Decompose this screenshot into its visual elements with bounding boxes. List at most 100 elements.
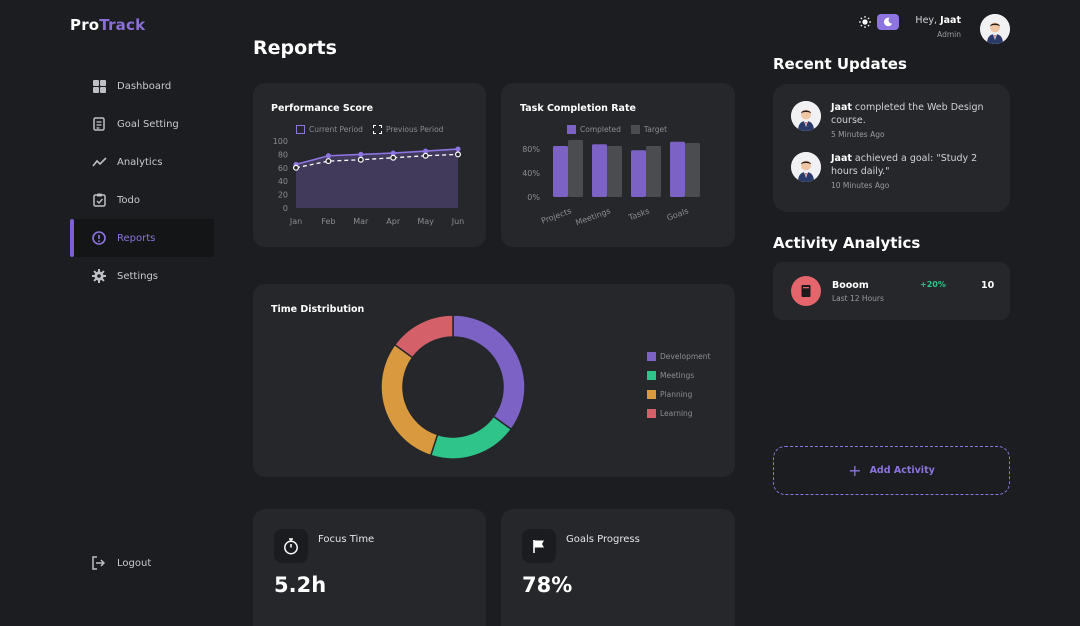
grid-icon — [91, 78, 107, 94]
legend-swatch — [647, 409, 656, 418]
previous-period-point[interactable] — [390, 154, 397, 161]
activity-period: Last 12 Hours — [832, 294, 884, 303]
update-time: 10 Minutes Ago — [831, 181, 890, 190]
user-avatar-icon — [980, 14, 1010, 44]
current-period-point[interactable] — [455, 146, 461, 152]
bar-completed[interactable] — [592, 144, 607, 197]
legend-label: Learning — [660, 409, 693, 418]
focus-time-label: Focus Time — [318, 534, 375, 545]
update-item[interactable]: Jaat completed the Web Design course. 5 … — [791, 101, 991, 139]
donut-slice-development[interactable] — [452, 314, 526, 431]
bar-target[interactable] — [568, 140, 583, 197]
update-item[interactable]: Jaat achieved a goal: "Study 2 hours dai… — [791, 152, 991, 190]
previous-period-point[interactable] — [357, 156, 364, 163]
sidebar-nav: Dashboard Goal Setting Analytics Todo Re… — [70, 67, 214, 295]
sidebar-item-goal-setting[interactable]: Goal Setting — [70, 105, 214, 143]
sidebar-item-label: Reports — [117, 232, 156, 244]
activity-change-badge: +20% — [920, 280, 946, 289]
x-tick-label: Goals — [666, 206, 690, 222]
time-distribution-card: Time Distribution Development Meetings Pla… — [253, 284, 735, 477]
sidebar-item-label: Dashboard — [117, 80, 172, 92]
y-tick-label: 0% — [527, 193, 540, 202]
y-tick-label: 60 — [278, 164, 288, 173]
bar-target[interactable] — [685, 143, 700, 197]
moon-icon[interactable] — [877, 14, 899, 30]
sidebar-item-reports[interactable]: Reports — [70, 219, 214, 257]
bar-completed[interactable] — [631, 150, 646, 197]
legend-item-meetings: Meetings — [647, 371, 711, 380]
legend-swatch — [647, 390, 656, 399]
recent-updates-title: Recent Updates — [773, 55, 907, 73]
theme-toggle[interactable] — [856, 14, 899, 30]
previous-period-point[interactable] — [455, 151, 462, 158]
update-user-name: Jaat — [831, 102, 852, 113]
logout-label: Logout — [117, 557, 152, 569]
previous-period-point[interactable] — [422, 152, 429, 159]
update-message: Jaat completed the Web Design course. — [831, 101, 991, 127]
app-logo[interactable]: ProTrack — [70, 16, 145, 34]
current-period-point[interactable] — [325, 153, 331, 159]
x-tick-label: May — [417, 217, 434, 226]
x-tick-label: Meetings — [574, 206, 611, 227]
performance-line-chart: 0 20 40 60 80 100 Jan Feb Mar Apr May Jun — [273, 137, 465, 226]
avatar[interactable] — [980, 14, 1010, 44]
y-tick-label: 20 — [278, 191, 288, 200]
sun-icon[interactable] — [856, 14, 874, 30]
add-activity-label: Add Activity — [869, 465, 935, 476]
trend-line-icon — [91, 154, 107, 170]
logout-button[interactable]: Logout — [91, 555, 151, 571]
sidebar-item-todo[interactable]: Todo — [70, 181, 214, 219]
task-completion-card: Task Completion Rate Completed Target 0%… — [501, 83, 735, 247]
donut-slice-meetings[interactable] — [429, 415, 513, 460]
bar-target[interactable] — [607, 146, 622, 197]
legend-swatch — [647, 352, 656, 361]
sidebar-item-label: Todo — [117, 194, 140, 206]
donut-slice-learning[interactable] — [393, 314, 454, 359]
x-tick-label: Projects — [540, 206, 573, 225]
x-tick-label: Mar — [353, 217, 369, 226]
activity-analytics-title: Activity Analytics — [773, 234, 921, 252]
avatar — [791, 152, 821, 182]
focus-time-value: 5.2h — [274, 573, 327, 597]
bar-completed[interactable] — [670, 141, 685, 197]
x-tick-label: Feb — [321, 217, 335, 226]
performance-score-card: Performance Score Current Period Previou… — [253, 83, 486, 247]
user-role: Admin — [937, 30, 961, 39]
legend-item-development: Development — [647, 352, 711, 361]
y-tick-label: 0 — [283, 204, 288, 213]
activity-item-card[interactable]: Booom Last 12 Hours +20% 10 — [773, 262, 1010, 320]
bar-completed[interactable] — [553, 146, 568, 197]
flag-icon — [522, 529, 556, 563]
y-tick-label: 100 — [273, 137, 288, 146]
focus-time-card: Focus Time 5.2h — [253, 509, 486, 626]
bar-target[interactable] — [646, 146, 661, 197]
sidebar-item-analytics[interactable]: Analytics — [70, 143, 214, 181]
logo-pro: Pro — [70, 16, 100, 34]
y-tick-label: 80 — [278, 150, 288, 159]
current-period-point[interactable] — [358, 151, 364, 157]
previous-period-point[interactable] — [292, 164, 299, 171]
activity-count: 10 — [981, 280, 995, 291]
update-time: 5 Minutes Ago — [831, 130, 885, 139]
logout-icon — [91, 555, 107, 571]
legend-item-learning: Learning — [647, 409, 711, 418]
update-action: completed the Web Design course. — [831, 102, 984, 126]
add-activity-button[interactable]: + Add Activity — [773, 446, 1010, 495]
completion-bar-chart: 0% 40% 80% Projects Meetings Tasks Goals — [522, 140, 700, 227]
goals-progress-value: 78% — [522, 573, 573, 597]
donut-slice-planning[interactable] — [380, 343, 439, 457]
sidebar-item-dashboard[interactable]: Dashboard — [70, 67, 214, 105]
x-tick-label: Apr — [386, 217, 401, 226]
legend-swatch — [647, 371, 656, 380]
recent-updates-card: Jaat completed the Web Design course. 5 … — [773, 84, 1010, 212]
activity-name: Booom — [832, 280, 869, 291]
clipboard-icon — [91, 116, 107, 132]
legend-item-planning: Planning — [647, 390, 711, 399]
stopwatch-icon — [274, 529, 308, 563]
previous-period-point[interactable] — [325, 158, 332, 165]
sidebar-item-settings[interactable]: Settings — [70, 257, 214, 295]
update-action: achieved a goal: "Study 2 hours daily." — [831, 153, 978, 177]
legend-label: Planning — [660, 390, 693, 399]
x-tick-label: Jan — [289, 217, 302, 226]
y-tick-label: 40 — [278, 177, 288, 186]
